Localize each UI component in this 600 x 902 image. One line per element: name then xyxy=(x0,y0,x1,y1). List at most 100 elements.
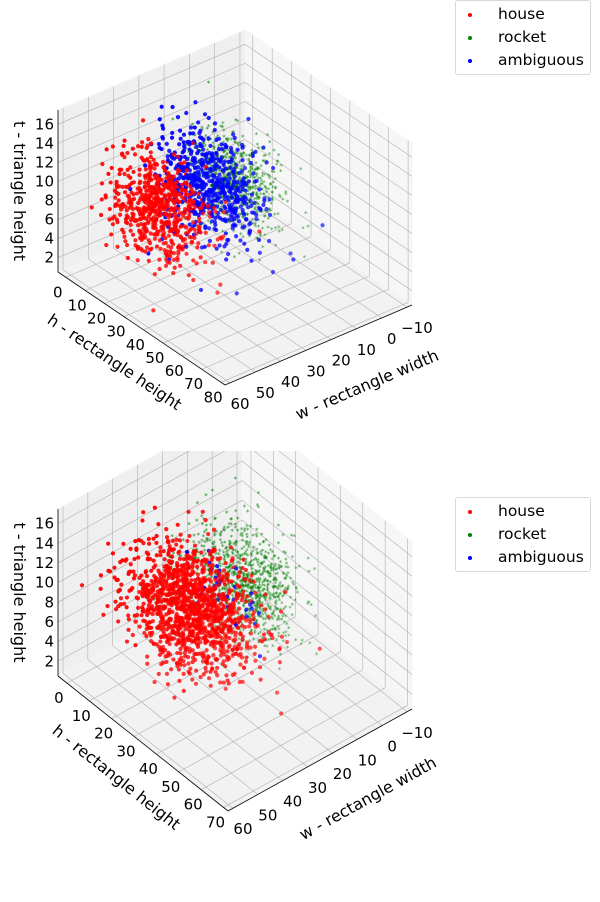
point-ambiguous xyxy=(174,163,180,168)
point-ambiguous xyxy=(201,197,206,203)
point-house xyxy=(141,215,147,220)
point-house xyxy=(189,554,195,560)
point-house xyxy=(230,653,235,658)
point-house xyxy=(206,210,212,215)
point-rocket: * xyxy=(211,488,215,496)
point-house xyxy=(187,646,192,651)
h-tick-label: 40 xyxy=(126,336,145,354)
point-house xyxy=(112,214,117,219)
point-house xyxy=(158,545,163,550)
point-ambiguous xyxy=(240,187,246,192)
point-house xyxy=(158,634,164,639)
point-house xyxy=(153,222,158,227)
point-ambiguous xyxy=(231,132,236,137)
point-house xyxy=(114,577,119,582)
point-house xyxy=(142,185,147,190)
legend-marker-rocket xyxy=(468,35,472,40)
h-tick-label: 80 xyxy=(204,388,223,406)
point-house xyxy=(159,604,164,610)
point-house xyxy=(220,592,225,597)
point-house xyxy=(129,180,135,186)
point-house xyxy=(249,670,255,675)
point-ambiguous xyxy=(291,257,296,262)
h-tick-label: 10 xyxy=(68,296,87,314)
point-ambiguous xyxy=(243,217,249,222)
point-ambiguous xyxy=(248,160,253,166)
point-rocket: * xyxy=(234,476,238,484)
point-rocket: * xyxy=(306,600,310,608)
point-house xyxy=(174,537,179,542)
point-house xyxy=(195,572,201,577)
point-house xyxy=(194,261,199,266)
point-house xyxy=(233,633,238,639)
point-ambiguous xyxy=(226,251,231,257)
point-house xyxy=(187,637,192,642)
point-house xyxy=(159,177,164,183)
point-house xyxy=(116,198,121,203)
point-house xyxy=(164,527,169,532)
point-ambiguous xyxy=(193,100,198,105)
point-house xyxy=(125,150,130,156)
point-house xyxy=(151,308,156,313)
point-house xyxy=(194,668,199,673)
point-house xyxy=(224,673,229,678)
point-rocket: * xyxy=(281,583,285,591)
point-rocket: * xyxy=(268,570,272,578)
w-tick-label: 20 xyxy=(333,765,352,783)
point-house xyxy=(218,680,223,685)
point-house xyxy=(147,192,153,197)
point-house xyxy=(125,255,130,261)
point-house xyxy=(137,186,142,191)
point-house xyxy=(141,618,146,623)
point-house xyxy=(227,656,232,661)
point-house xyxy=(156,671,161,677)
point-rocket: * xyxy=(255,236,259,244)
t-tick-label: 8 xyxy=(44,593,54,611)
point-ambiguous xyxy=(181,140,186,145)
point-house xyxy=(211,547,216,552)
point-house xyxy=(137,167,142,172)
point-house xyxy=(172,265,177,270)
point-house xyxy=(145,654,150,659)
point-house xyxy=(122,190,128,195)
point-ambiguous xyxy=(242,241,247,246)
point-ambiguous xyxy=(261,202,266,208)
point-house xyxy=(170,609,175,614)
point-ambiguous xyxy=(225,237,230,243)
point-house xyxy=(203,260,208,265)
point-house xyxy=(175,245,181,250)
point-rocket: * xyxy=(275,567,279,575)
w-tick-label: 40 xyxy=(281,373,300,391)
point-house xyxy=(176,191,181,197)
point-rocket: * xyxy=(287,633,291,641)
point-house xyxy=(190,629,195,634)
point-house xyxy=(164,535,170,540)
point-house xyxy=(169,667,174,672)
point-ambiguous xyxy=(212,121,218,126)
point-house xyxy=(143,167,148,172)
point-house xyxy=(184,251,189,256)
point-house xyxy=(145,143,150,148)
point-ambiguous xyxy=(231,180,237,185)
w-tick-label: 20 xyxy=(332,352,351,370)
point-rocket: * xyxy=(306,556,310,564)
point-house xyxy=(202,596,207,602)
point-ambiguous xyxy=(206,226,212,231)
legend-label-rocket: rocket xyxy=(498,525,547,543)
point-rocket: * xyxy=(309,602,313,610)
point-house xyxy=(187,533,192,539)
point-house xyxy=(171,152,176,157)
point-house xyxy=(147,620,152,625)
point-house xyxy=(143,192,148,197)
point-house xyxy=(166,233,171,238)
point-house xyxy=(248,631,254,636)
point-house xyxy=(199,580,204,585)
point-ambiguous xyxy=(253,149,258,154)
point-house xyxy=(165,593,170,598)
point-rocket: * xyxy=(195,517,199,525)
point-ambiguous xyxy=(191,158,196,163)
point-house xyxy=(231,611,236,616)
point-house xyxy=(163,211,168,216)
point-house xyxy=(182,562,187,568)
t-tick-label: 12 xyxy=(35,153,54,171)
